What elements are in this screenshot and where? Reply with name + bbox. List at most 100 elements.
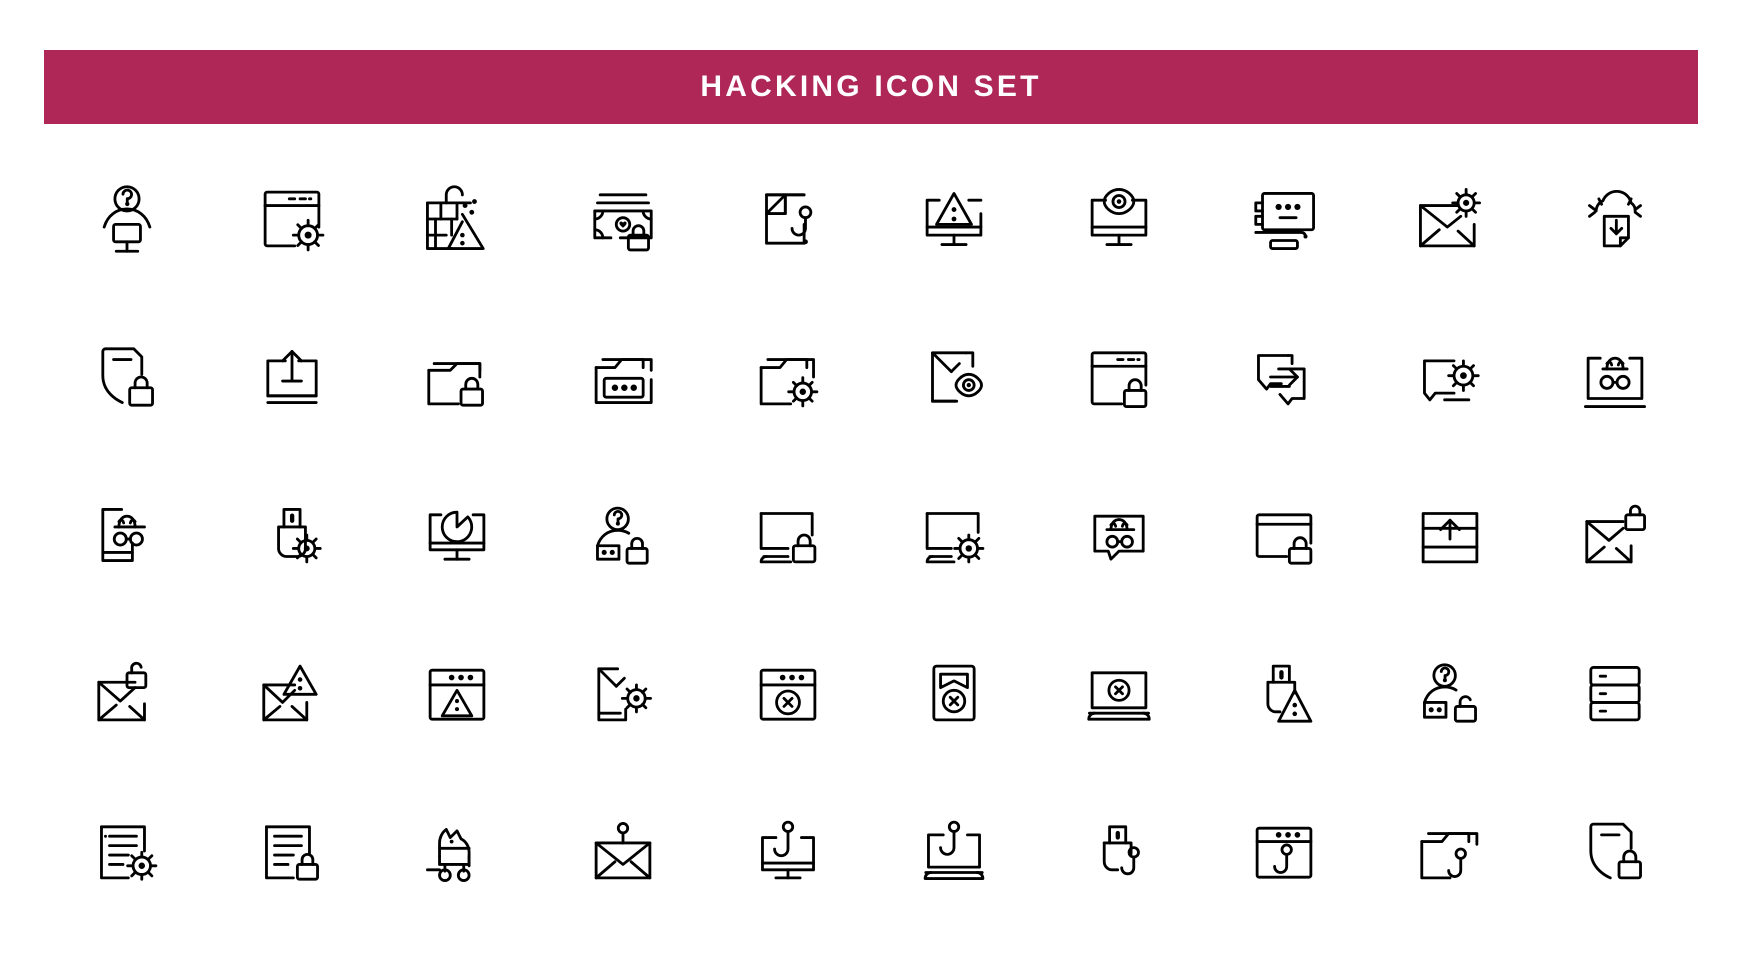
email-envelope-unlocked-icon <box>97 661 147 722</box>
icon-cell[interactable] <box>1036 456 1201 614</box>
icon-cell[interactable] <box>44 140 209 298</box>
icon-cell[interactable] <box>1202 772 1367 930</box>
icon-cell[interactable] <box>44 614 209 772</box>
chat-bubble-virus-icon <box>1422 359 1480 402</box>
laptop-error-icon <box>1087 671 1151 721</box>
laptop-lock-icon <box>759 512 817 564</box>
icon-cell[interactable] <box>706 456 871 614</box>
icon-cell[interactable] <box>1202 140 1367 298</box>
icon-cell[interactable] <box>209 140 374 298</box>
icon-cell[interactable] <box>540 298 705 456</box>
page-title: HACKING ICON SET <box>700 70 1042 103</box>
icon-cell[interactable] <box>1367 772 1532 930</box>
icon-cell[interactable] <box>1533 772 1698 930</box>
server-list-lock-icon <box>265 825 320 881</box>
monitor-password-dots-icon <box>1254 192 1316 250</box>
smartphone-spy-eye-icon <box>930 351 983 403</box>
anonymous-hacker-lock-icon <box>595 506 649 565</box>
browser-window-error-icon <box>759 668 817 721</box>
icon-cell[interactable] <box>1367 140 1532 298</box>
monitor-phishing-hook-icon <box>761 820 816 880</box>
icon-cell[interactable] <box>375 614 540 772</box>
monitor-upload-arrow-icon <box>266 350 318 404</box>
cloud-download-virus-icon <box>1588 189 1643 248</box>
anonymous-hacker-monitor-icon <box>102 185 151 253</box>
icon-cell[interactable] <box>871 614 1036 772</box>
icon-cell[interactable] <box>1367 456 1532 614</box>
icon-cell[interactable] <box>871 456 1036 614</box>
browser-window-warning-icon <box>429 668 486 721</box>
trojan-horse-icon <box>426 828 471 882</box>
icon-cell[interactable] <box>1036 614 1201 772</box>
icon-cell[interactable] <box>540 614 705 772</box>
icon-cell[interactable] <box>1202 456 1367 614</box>
browser-window-phishing-hook-icon <box>1256 826 1313 879</box>
document-phishing-hook-icon <box>765 193 813 245</box>
icon-cell[interactable] <box>540 140 705 298</box>
usb-drive-virus-icon <box>277 508 322 564</box>
icon-cell[interactable] <box>871 298 1036 456</box>
email-envelope-warning-icon <box>262 664 318 722</box>
usb-drive-phishing-hook-icon <box>1102 825 1140 876</box>
chat-bubble-data-transfer-icon <box>1257 354 1307 406</box>
icon-cell[interactable] <box>1533 140 1698 298</box>
monitor-warning-alert-icon <box>925 192 982 246</box>
icon-cell[interactable] <box>209 614 374 772</box>
monitor-malware-pacman-icon <box>429 510 486 561</box>
icon-cell[interactable] <box>209 456 374 614</box>
laptop-incognito-spy-icon <box>1584 356 1647 408</box>
icon-cell[interactable] <box>1036 772 1201 930</box>
icon-cell[interactable] <box>706 140 871 298</box>
icon-cell[interactable] <box>1367 298 1532 456</box>
icon-cell[interactable] <box>375 298 540 456</box>
icon-cell[interactable] <box>375 140 540 298</box>
icon-cell[interactable] <box>1202 298 1367 456</box>
server-rack-icon <box>1589 666 1641 722</box>
icon-cell[interactable] <box>1533 614 1698 772</box>
usb-drive-warning-icon <box>1266 664 1313 723</box>
icon-grid <box>44 140 1698 930</box>
icon-cell[interactable] <box>209 298 374 456</box>
icon-set-poster: HACKING ICON SET <box>0 0 1742 980</box>
folder-virus-icon <box>759 358 819 408</box>
chat-bubble-incognito-icon <box>1093 514 1145 561</box>
icon-cell[interactable] <box>1533 456 1698 614</box>
icon-cell[interactable] <box>44 772 209 930</box>
icon-cell[interactable] <box>209 772 374 930</box>
monitor-spy-eye-icon <box>1090 188 1148 246</box>
icon-cell[interactable] <box>44 456 209 614</box>
email-envelope-phishing-hook-icon <box>594 822 652 880</box>
smartphone-incognito-spy-icon <box>101 508 146 562</box>
icon-cell[interactable] <box>44 298 209 456</box>
folder-phishing-hook-icon <box>1420 832 1479 880</box>
browser-window-virus-icon <box>263 190 325 252</box>
icon-cell[interactable] <box>1367 614 1532 772</box>
icon-cell[interactable] <box>871 140 1036 298</box>
laptop-phishing-hook-icon <box>923 820 984 880</box>
email-envelope-lock-icon <box>1585 504 1647 564</box>
icon-cell[interactable] <box>706 298 871 456</box>
shield-lock-icon <box>101 347 154 407</box>
smartphone-virus-icon <box>597 667 652 722</box>
money-banknote-lock-icon <box>593 193 653 252</box>
anonymous-hacker-unlocked-icon <box>1422 663 1477 723</box>
icon-cell[interactable] <box>540 772 705 930</box>
browser-window-lock-small-icon <box>1256 513 1313 565</box>
icon-cell[interactable] <box>540 456 705 614</box>
icon-cell[interactable] <box>1533 298 1698 456</box>
icon-cell[interactable] <box>1036 298 1201 456</box>
icon-cell[interactable] <box>706 772 871 930</box>
icon-cell[interactable] <box>706 614 871 772</box>
icon-cell[interactable] <box>375 456 540 614</box>
folder-lock-icon <box>427 362 485 407</box>
icon-cell[interactable] <box>1036 140 1201 298</box>
icon-cell[interactable] <box>1202 614 1367 772</box>
banner: HACKING ICON SET <box>44 50 1698 124</box>
icon-cell[interactable] <box>375 772 540 930</box>
icon-cell[interactable] <box>871 772 1036 930</box>
smartphone-error-icon <box>932 664 976 722</box>
server-list-virus-icon <box>99 825 157 881</box>
firewall-brick-wall-warning-icon <box>426 185 486 250</box>
shield-lock-outline-icon <box>1589 822 1643 880</box>
browser-window-upload-icon <box>1421 512 1479 564</box>
